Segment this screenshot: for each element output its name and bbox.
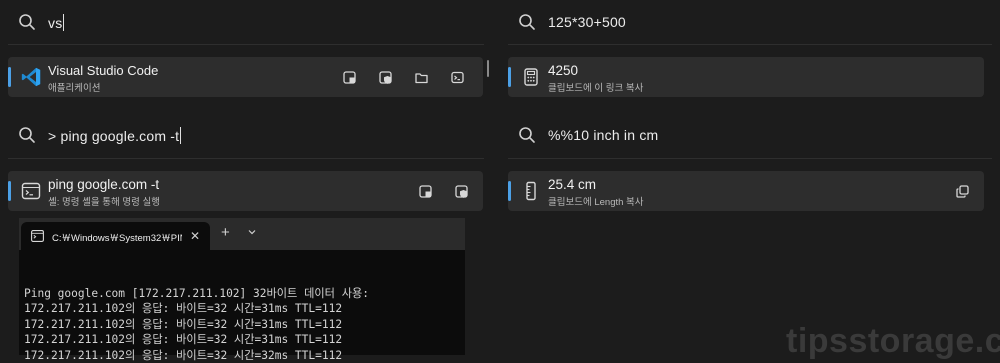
search-icon (519, 127, 535, 143)
search-icon (19, 127, 35, 143)
open-folder-button[interactable] (403, 63, 439, 91)
open-icon (418, 184, 432, 198)
open-icon (342, 70, 356, 84)
terminal-tab-bar: C:￦Windows￦System32￦PING ✕ + (19, 218, 465, 250)
search-bar[interactable]: > ping google.com -t (0, 113, 490, 157)
scrollbar[interactable] (487, 60, 489, 77)
terminal-line: 172.217.211.102의 응답: 바이트=32 시간=32ms TTL=… (24, 348, 343, 362)
terminal-icon (21, 182, 41, 200)
selection-indicator (508, 181, 511, 201)
new-tab-button[interactable]: + (221, 225, 230, 240)
terminal-line: 172.217.211.102의 응답: 바이트=32 시간=31ms TTL=… (24, 317, 343, 331)
run-as-admin-icon (454, 184, 468, 198)
result-title: 4250 (548, 63, 579, 78)
search-input[interactable]: > ping google.com -t (48, 126, 182, 144)
terminal-line: 172.217.211.102의 응답: 바이트=32 시간=31ms TTL=… (24, 333, 343, 346)
terminal-tab-title: C:￦Windows￦System32￦PING (52, 233, 182, 244)
open-button[interactable] (407, 177, 443, 205)
result-item[interactable]: Visual Studio Code 애플리케이션 (8, 57, 483, 97)
result-actions (407, 171, 479, 211)
copy-button[interactable] (944, 177, 980, 205)
open-terminal-button[interactable] (439, 63, 475, 91)
search-input[interactable]: vs (48, 13, 65, 31)
search-icon (519, 14, 535, 30)
result-item[interactable]: ping google.com -t 셸: 명령 셸을 통해 명령 실행 (8, 171, 483, 211)
selection-indicator (8, 181, 11, 201)
selection-indicator (8, 67, 11, 87)
open-button[interactable] (331, 63, 367, 91)
search-bar[interactable]: 125*30+500 (500, 0, 1000, 44)
divider (8, 158, 484, 159)
copy-icon (955, 184, 969, 198)
result-title: 25.4 cm (548, 177, 597, 192)
result-title: ping google.com -t (48, 177, 160, 192)
close-icon[interactable]: ✕ (190, 229, 200, 243)
text-caret (180, 126, 182, 144)
search-input[interactable]: 125*30+500 (548, 14, 626, 30)
result-subtitle: 클립보드에 Length 복사 (548, 197, 644, 208)
divider (508, 44, 992, 45)
divider (508, 158, 992, 159)
vscode-icon (21, 67, 41, 87)
result-title: Visual Studio Code (48, 63, 159, 78)
search-input[interactable]: %%10 inch in cm (548, 127, 658, 143)
divider (8, 44, 484, 45)
chevron-down-icon[interactable] (247, 227, 257, 237)
terminal-line: Ping google.com [172.217.211.102] 32바이트 … (24, 286, 370, 300)
terminal-tab[interactable]: C:￦Windows￦System32￦PING ✕ (21, 222, 210, 250)
search-bar[interactable]: vs (0, 0, 490, 44)
command-prompt-icon (31, 230, 44, 242)
terminal-line: 172.217.211.102의 응답: 바이트=32 시간=31ms TTL=… (24, 302, 343, 315)
folder-icon (414, 72, 428, 83)
search-bar[interactable]: %%10 inch in cm (500, 113, 1000, 157)
search-icon (19, 14, 35, 30)
terminal-icon (450, 71, 464, 83)
run-as-admin-button[interactable] (443, 177, 479, 205)
terminal-window[interactable]: C:￦Windows￦System32￦PING ✕ + Ping google… (19, 218, 465, 362)
ruler-icon (526, 181, 536, 201)
run-as-admin-icon (378, 70, 392, 84)
result-actions (944, 171, 980, 211)
result-actions (331, 57, 475, 97)
terminal-output: Ping google.com [172.217.211.102] 32바이트 … (24, 270, 369, 363)
selection-indicator (508, 67, 511, 87)
result-item[interactable]: 4250 클립보드에 이 링크 복사 (508, 57, 984, 97)
watermark: tipsstorage.com (786, 322, 1000, 360)
result-subtitle: 애플리케이션 (48, 83, 101, 94)
result-subtitle: 클립보드에 이 링크 복사 (548, 83, 644, 94)
text-caret (63, 13, 65, 31)
calculator-icon (524, 68, 538, 86)
result-subtitle: 셸: 명령 셸을 통해 명령 실행 (48, 197, 160, 208)
result-item[interactable]: 25.4 cm 클립보드에 Length 복사 (508, 171, 984, 211)
run-as-admin-button[interactable] (367, 63, 403, 91)
